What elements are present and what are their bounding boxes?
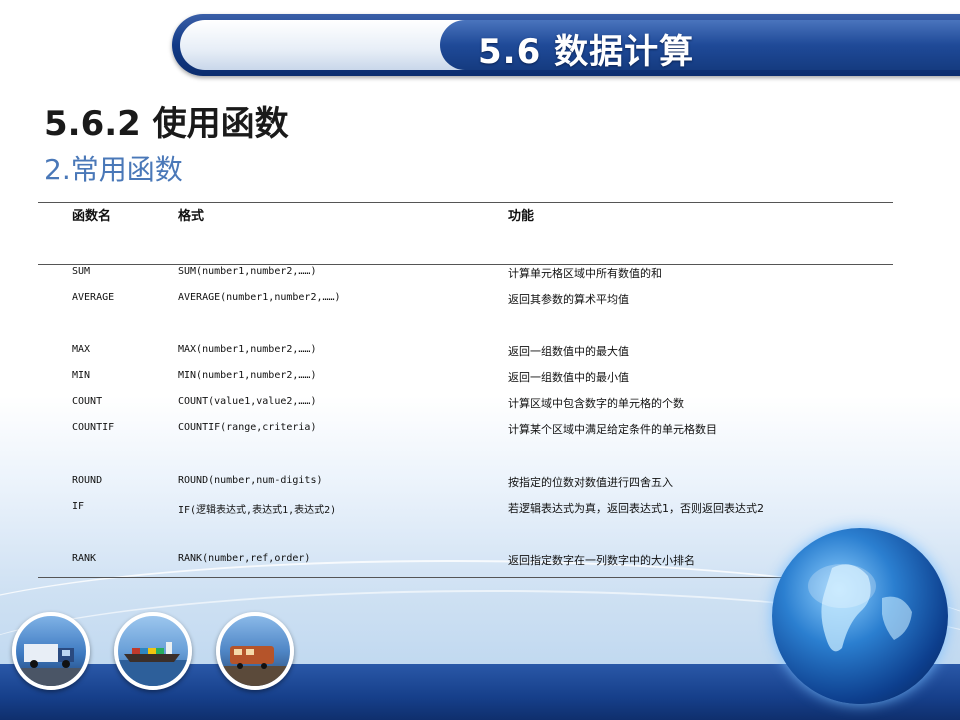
function-format: SUM(number1,number2,……) xyxy=(178,266,317,277)
function-description: 返回其参数的算术平均值 xyxy=(508,293,629,306)
column-header-function: 功能 xyxy=(508,209,535,224)
function-name: SUM xyxy=(72,266,91,277)
function-name: ROUND xyxy=(72,475,103,486)
column-header-name: 函数名 xyxy=(72,209,112,224)
slide: 5.6 数据计算 5.6.2 使用函数 2.常用函数 函数名 格式 功能 SUM… xyxy=(0,0,960,720)
function-description: 计算某个区域中满足给定条件的单元格数目 xyxy=(508,423,717,436)
function-description: 计算单元格区域中所有数值的和 xyxy=(508,267,662,280)
function-format: AVERAGE(number1,number2,……) xyxy=(178,292,341,303)
slide-title: 5.6 数据计算 xyxy=(478,32,695,72)
function-description: 返回一组数值中的最小值 xyxy=(508,371,629,384)
section-heading: 5.6.2 使用函数 xyxy=(44,104,289,144)
function-name: COUNTIF xyxy=(72,422,115,433)
cargo-ship-icon xyxy=(114,612,192,690)
function-name: MAX xyxy=(72,344,91,355)
table-header-rule xyxy=(38,264,893,265)
function-format: IF(逻辑表达式,表达式1,表达式2) xyxy=(178,505,337,516)
train-icon xyxy=(216,612,294,690)
function-format: MAX(number1,number2,……) xyxy=(178,344,317,355)
globe-icon xyxy=(772,528,948,704)
truck-icon xyxy=(12,612,90,690)
function-name: MIN xyxy=(72,370,91,381)
function-name: AVERAGE xyxy=(72,292,115,303)
function-format: COUNT(value1,value2,……) xyxy=(178,396,317,407)
function-name: IF xyxy=(72,501,85,512)
function-format: COUNTIF(range,criteria) xyxy=(178,422,317,433)
table-bottom-rule xyxy=(38,577,893,578)
function-format: ROUND(number,num-digits) xyxy=(178,475,323,486)
function-description: 返回指定数字在一列数字中的大小排名 xyxy=(508,554,695,567)
function-name: RANK xyxy=(72,553,97,564)
function-description: 按指定的位数对数值进行四舍五入 xyxy=(508,476,673,489)
function-description: 若逻辑表达式为真，返回表达式1，否则返回表达式2 xyxy=(508,502,764,515)
function-name: COUNT xyxy=(72,396,103,407)
table-top-rule xyxy=(38,202,893,203)
function-format: RANK(number,ref,order) xyxy=(178,553,311,564)
section-subheading: 2.常用函数 xyxy=(44,153,183,186)
column-header-format: 格式 xyxy=(178,209,205,224)
function-description: 计算区域中包含数字的单元格的个数 xyxy=(508,397,684,410)
function-format: MIN(number1,number2,……) xyxy=(178,370,317,381)
function-description: 返回一组数值中的最大值 xyxy=(508,345,629,358)
